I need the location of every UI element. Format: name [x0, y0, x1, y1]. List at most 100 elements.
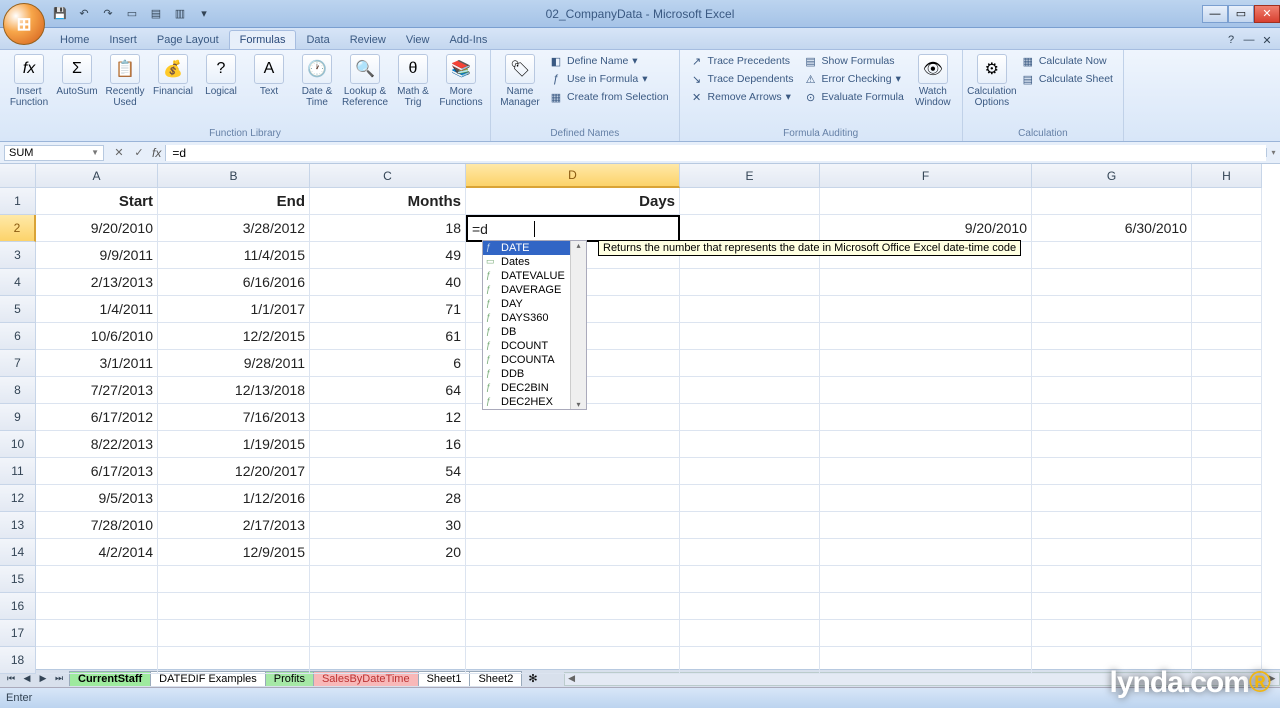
trace-dependents-button[interactable]: ↘Trace Dependents — [686, 70, 798, 88]
lookup-button[interactable]: 🔍Lookup & Reference — [342, 52, 388, 110]
cell[interactable] — [466, 458, 680, 485]
autocomplete-item[interactable]: ƒDCOUNT — [483, 339, 570, 353]
cell[interactable]: =d — [466, 215, 680, 242]
row-header[interactable]: 17 — [0, 620, 36, 647]
cell[interactable]: 9/28/2011 — [158, 350, 310, 377]
cell[interactable] — [1192, 269, 1262, 296]
cell[interactable] — [1192, 215, 1262, 242]
text-button[interactable]: AText — [246, 52, 292, 99]
cell[interactable]: 20 — [310, 539, 466, 566]
cell[interactable]: 9/5/2013 — [36, 485, 158, 512]
autocomplete-item[interactable]: ƒDATE — [483, 241, 570, 255]
cell[interactable] — [680, 485, 820, 512]
cell[interactable] — [466, 485, 680, 512]
cell[interactable]: 1/1/2017 — [158, 296, 310, 323]
row-header[interactable]: 14 — [0, 539, 36, 566]
cell[interactable] — [1192, 404, 1262, 431]
cell[interactable] — [1192, 458, 1262, 485]
cell[interactable] — [820, 377, 1032, 404]
cell[interactable]: 7/16/2013 — [158, 404, 310, 431]
cell[interactable]: 64 — [310, 377, 466, 404]
cell[interactable]: 3/28/2012 — [158, 215, 310, 242]
cell[interactable] — [1032, 269, 1192, 296]
cell[interactable] — [1032, 404, 1192, 431]
cell[interactable] — [680, 269, 820, 296]
column-header[interactable]: C — [310, 164, 466, 188]
cell[interactable] — [1192, 539, 1262, 566]
cell[interactable]: 2/17/2013 — [158, 512, 310, 539]
cell[interactable] — [820, 323, 1032, 350]
insert-function-button[interactable]: fxInsert Function — [6, 52, 52, 110]
cell[interactable] — [820, 350, 1032, 377]
cell[interactable] — [158, 647, 310, 674]
cell[interactable]: 12/13/2018 — [158, 377, 310, 404]
cell[interactable] — [1192, 350, 1262, 377]
cell[interactable]: 9/9/2011 — [36, 242, 158, 269]
qat-dropdown-icon[interactable]: ▾ — [194, 4, 214, 24]
autocomplete-item[interactable]: ƒDAY — [483, 297, 570, 311]
cell[interactable] — [680, 296, 820, 323]
cell[interactable] — [680, 377, 820, 404]
row-header[interactable]: 11 — [0, 458, 36, 485]
cell[interactable] — [36, 620, 158, 647]
tab-page-layout[interactable]: Page Layout — [147, 31, 229, 49]
cell[interactable] — [310, 593, 466, 620]
name-manager-button[interactable]: 🏷Name Manager — [497, 52, 543, 110]
cell[interactable]: 9/20/2010 — [820, 215, 1032, 242]
trace-precedents-button[interactable]: ↗Trace Precedents — [686, 52, 798, 70]
workbook-close-icon[interactable]: ✕ — [1260, 34, 1274, 47]
cell[interactable] — [1032, 620, 1192, 647]
define-name-button[interactable]: ◧Define Name ▾ — [545, 52, 673, 70]
cell[interactable] — [310, 566, 466, 593]
office-button[interactable]: ⊞ — [3, 3, 45, 45]
cell[interactable] — [1032, 323, 1192, 350]
cell[interactable] — [1192, 242, 1262, 269]
cell[interactable] — [1032, 377, 1192, 404]
cell[interactable] — [680, 566, 820, 593]
cell[interactable] — [466, 512, 680, 539]
column-header[interactable]: G — [1032, 164, 1192, 188]
cell[interactable]: 2/13/2013 — [36, 269, 158, 296]
cell[interactable] — [158, 620, 310, 647]
cell[interactable] — [820, 647, 1032, 674]
formula-input[interactable]: =d — [165, 145, 1266, 161]
sheet-nav-first-icon[interactable]: ⏮ — [4, 673, 18, 684]
row-header[interactable]: 15 — [0, 566, 36, 593]
logical-button[interactable]: ?Logical — [198, 52, 244, 99]
cell[interactable] — [1032, 431, 1192, 458]
cell[interactable]: 12/9/2015 — [158, 539, 310, 566]
cell[interactable] — [680, 620, 820, 647]
cell[interactable] — [680, 539, 820, 566]
column-header[interactable]: H — [1192, 164, 1262, 188]
cell[interactable] — [466, 431, 680, 458]
autocomplete-item[interactable]: ƒDCOUNTA — [483, 353, 570, 367]
cell[interactable]: Days — [466, 188, 680, 215]
help-icon[interactable]: ? — [1224, 34, 1238, 47]
row-header[interactable]: 6 — [0, 323, 36, 350]
cell[interactable] — [1192, 620, 1262, 647]
cell[interactable] — [36, 593, 158, 620]
cell[interactable] — [1192, 512, 1262, 539]
cell[interactable]: 28 — [310, 485, 466, 512]
cell[interactable]: 7/27/2013 — [36, 377, 158, 404]
maximize-button[interactable]: ▭ — [1228, 5, 1254, 23]
cell[interactable] — [680, 431, 820, 458]
autocomplete-scrollbar[interactable]: ▴▾ — [571, 241, 586, 409]
column-header[interactable]: A — [36, 164, 158, 188]
cell[interactable] — [1032, 242, 1192, 269]
cell[interactable] — [1032, 593, 1192, 620]
redo-icon[interactable]: ↷ — [98, 4, 118, 24]
tab-addins[interactable]: Add-Ins — [439, 31, 497, 49]
cell[interactable] — [820, 404, 1032, 431]
tab-insert[interactable]: Insert — [99, 31, 147, 49]
row-header[interactable]: 4 — [0, 269, 36, 296]
row-header[interactable]: 12 — [0, 485, 36, 512]
cell[interactable] — [1032, 350, 1192, 377]
math-button[interactable]: θMath & Trig — [390, 52, 436, 110]
cell[interactable] — [1192, 431, 1262, 458]
row-header[interactable]: 16 — [0, 593, 36, 620]
cell[interactable]: 1/4/2011 — [36, 296, 158, 323]
row-header[interactable]: 5 — [0, 296, 36, 323]
cell[interactable] — [820, 296, 1032, 323]
cell[interactable] — [820, 620, 1032, 647]
